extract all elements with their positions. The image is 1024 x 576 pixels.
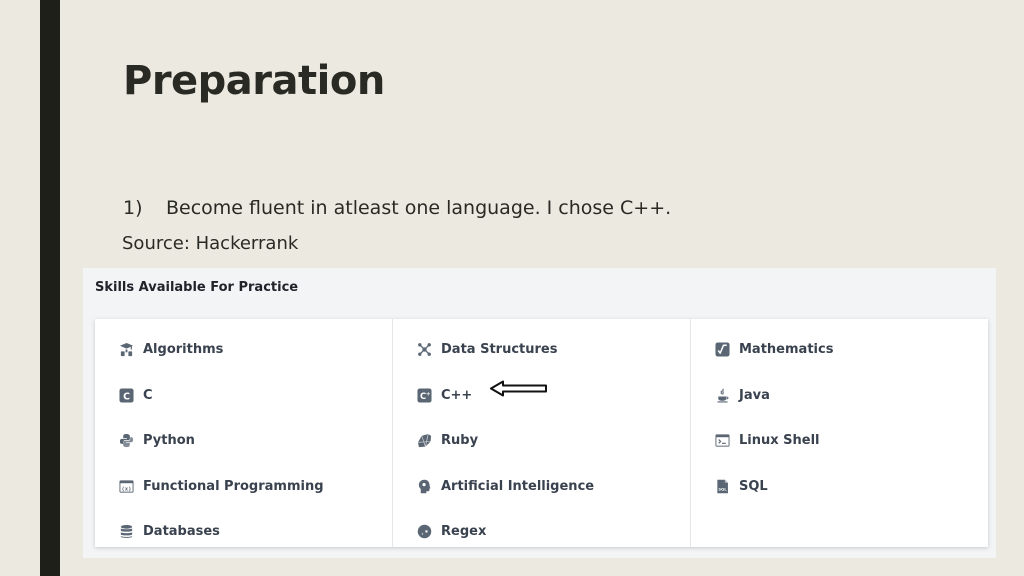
algorithms-icon: [119, 342, 134, 357]
panel-heading: Skills Available For Practice: [95, 280, 299, 295]
skill-item-artificial-intelligence[interactable]: Artificial Intelligence: [393, 464, 690, 510]
skill-item-algorithms[interactable]: Algorithms: [95, 327, 392, 373]
skills-column-1: Algorithms C C Python (x) Functional Pro…: [95, 319, 393, 547]
c-language-icon: C: [119, 388, 134, 403]
skill-item-java[interactable]: Java: [691, 373, 988, 419]
hand-drawn-arrow-icon: [490, 380, 547, 397]
ruby-icon: [417, 433, 432, 448]
bullet-point-1: 1) Become fluent in atleast one language.…: [123, 197, 671, 219]
skill-label: Data Structures: [441, 342, 558, 358]
java-icon: [715, 388, 730, 403]
svg-text:C: C: [123, 391, 130, 402]
svg-text:(x): (x): [121, 486, 131, 492]
terminal-icon: [715, 433, 730, 448]
point-text: Become fluent in atleast one language. I…: [166, 197, 672, 219]
skills-column-2: Data Structures C + C++ Ruby Artificial I…: [393, 319, 691, 547]
point-number: 1): [123, 197, 143, 219]
skill-item-ruby[interactable]: Ruby: [393, 418, 690, 464]
skill-item-databases[interactable]: Databases: [95, 509, 392, 555]
mathematics-icon: [715, 342, 730, 357]
skill-label: Functional Programming: [143, 478, 324, 494]
database-icon: [119, 524, 134, 539]
skill-item-mathematics[interactable]: Mathematics: [691, 327, 988, 373]
skill-item-regex[interactable]: .* Regex: [393, 509, 690, 555]
functional-programming-icon: (x): [119, 479, 134, 494]
svg-text:.*: .*: [421, 529, 429, 537]
skill-item-sql[interactable]: SQL SQL: [691, 464, 988, 510]
skills-card: Algorithms C C Python (x) Functional Pro…: [95, 319, 988, 547]
skills-screenshot-panel: Skills Available For Practice Algorithms…: [83, 268, 996, 558]
skill-label: SQL: [739, 478, 768, 494]
skill-item-data-structures[interactable]: Data Structures: [393, 327, 690, 373]
skill-label: Algorithms: [143, 342, 224, 358]
skill-label: C++: [441, 387, 473, 403]
ai-head-icon: [417, 479, 432, 494]
svg-text:SQL: SQL: [718, 487, 727, 491]
skill-label: Mathematics: [739, 342, 834, 358]
source-text: Source: Hackerrank: [122, 233, 299, 254]
skill-item-c[interactable]: C C: [95, 373, 392, 419]
skill-label: Python: [143, 433, 195, 449]
python-icon: [119, 433, 134, 448]
slide-accent-bar: [40, 0, 60, 576]
slide-title: Preparation: [123, 58, 385, 104]
data-structures-icon: [417, 342, 432, 357]
skill-label: Artificial Intelligence: [441, 478, 595, 494]
skills-column-3: Mathematics Java Linux Shell SQL SQL: [691, 319, 988, 547]
skill-label: C: [143, 387, 153, 403]
cpp-icon: C +: [417, 388, 432, 403]
skill-item-linux-shell[interactable]: Linux Shell: [691, 418, 988, 464]
skill-label: Ruby: [441, 433, 479, 449]
regex-icon: .*: [417, 524, 432, 539]
skill-label: Regex: [441, 524, 487, 540]
skill-label: Linux Shell: [739, 433, 820, 449]
sql-icon: SQL: [715, 479, 730, 494]
skill-item-functional-programming[interactable]: (x) Functional Programming: [95, 464, 392, 510]
svg-text:+: +: [426, 391, 431, 397]
skill-label: Java: [739, 387, 770, 403]
skill-label: Databases: [143, 524, 220, 540]
skill-item-python[interactable]: Python: [95, 418, 392, 464]
